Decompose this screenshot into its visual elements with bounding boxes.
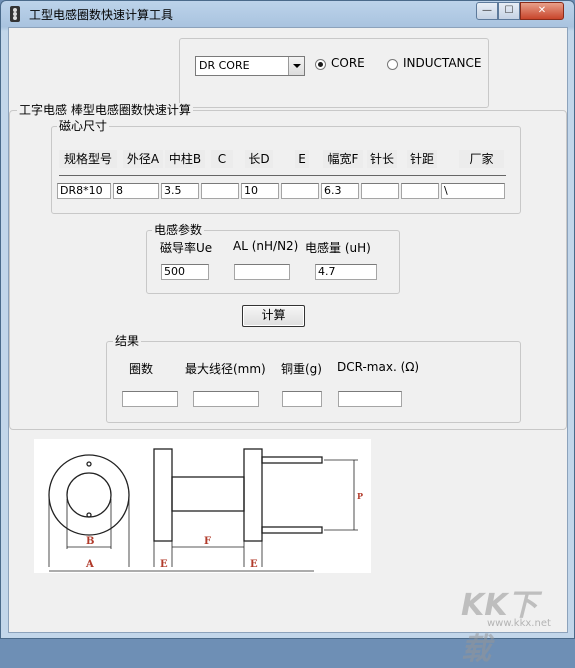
watermark-url: www.kkx.net — [487, 618, 551, 629]
label-e-right: E — [250, 559, 258, 570]
label-p: P — [357, 491, 363, 501]
outer-a-input[interactable]: 8 — [113, 183, 159, 199]
chevron-down-icon[interactable] — [288, 57, 304, 75]
max-wire-label: 最大线径(mm) — [185, 362, 266, 376]
manufacturer-input[interactable]: \ — [441, 183, 505, 199]
header-pin-length: 针长 — [367, 150, 397, 168]
permeability-input[interactable]: 500 — [161, 264, 209, 280]
radio-core[interactable] — [315, 59, 326, 70]
width-f-input[interactable]: 6.3 — [321, 183, 359, 199]
close-button[interactable]: ✕ — [520, 2, 564, 20]
traffic-light-icon — [10, 6, 20, 22]
al-label: AL (nH/N2) — [233, 239, 299, 253]
inductance-label: 电感量 (uH) — [305, 241, 371, 255]
radio-inductance-label: INDUCTANCE — [403, 56, 482, 70]
label-a: A — [85, 559, 94, 570]
inductance-input[interactable]: 4.7 — [315, 264, 377, 280]
dcr-label: DCR-max. (Ω) — [337, 360, 420, 374]
center-post-shape — [171, 476, 245, 512]
permeability-label: 磁导率Ue — [160, 241, 213, 255]
header-c: C — [211, 150, 233, 168]
results-group — [106, 341, 521, 423]
center-b-input[interactable]: 3.5 — [161, 183, 199, 199]
window-title: 工型电感圈数快速计算工具 — [29, 8, 174, 22]
header-manufacturer: 厂家 — [459, 150, 504, 168]
maximize-button[interactable]: ☐ — [498, 2, 520, 20]
core-type-select[interactable]: DR CORE — [195, 56, 305, 76]
header-outer-a: 外径A — [123, 150, 163, 168]
turns-label: 圈数 — [129, 362, 154, 376]
copper-weight-label: 铜重(g) — [281, 362, 322, 376]
core-dims-title: 磁心尺寸 — [57, 119, 110, 133]
label-e-left: E — [160, 559, 168, 570]
header-e: E — [295, 150, 309, 168]
pin-upper-shape — [261, 456, 323, 464]
core-type-value: DR CORE — [199, 59, 250, 72]
copper-weight-output[interactable] — [282, 391, 322, 407]
calculate-button[interactable]: 计算 — [242, 305, 305, 327]
results-title: 结果 — [113, 334, 142, 348]
header-width-f: 幅宽F — [323, 150, 363, 168]
header-center-b: 中柱B — [165, 150, 205, 168]
pin-lower-shape — [261, 526, 323, 534]
radio-inductance[interactable] — [387, 59, 398, 70]
inductor-params-title: 电感参数 — [152, 223, 205, 237]
dimension-drawing: B A F E E P — [48, 448, 363, 572]
core-dims-values-row: DR8*10 8 3.5 10 6.3 \ — [57, 183, 507, 201]
max-wire-output[interactable] — [193, 391, 259, 407]
turns-output[interactable] — [122, 391, 178, 407]
length-d-input[interactable]: 10 — [241, 183, 279, 199]
c-input[interactable] — [201, 183, 239, 199]
app-window: 工型电感圈数快速计算工具 — ☐ ✕ DR CORE CORE INDUCTAN… — [0, 0, 575, 667]
radio-core-label: CORE — [331, 56, 365, 70]
dcr-output[interactable] — [338, 391, 402, 407]
title-bar[interactable]: 工型电感圈数快速计算工具 — ☐ ✕ — [1, 1, 574, 27]
inner-circle-shape — [66, 472, 112, 518]
flange-left-shape — [153, 448, 173, 542]
pin-pitch-input[interactable] — [401, 183, 439, 199]
client-area: DR CORE CORE INDUCTANCE 工字电感 棒型电感圈数快速计算 … — [8, 27, 568, 667]
label-f: F — [204, 536, 211, 547]
header-length-d: 长D — [245, 150, 273, 168]
header-pin-pitch: 针距 — [407, 150, 437, 168]
pin-hole-bottom-shape — [86, 512, 92, 518]
label-b: B — [86, 536, 94, 547]
spec-input[interactable]: DR8*10 — [57, 183, 111, 199]
pin-length-input[interactable] — [361, 183, 399, 199]
outer-circle-shape — [48, 454, 130, 536]
pin-hole-top-shape — [86, 461, 92, 467]
al-input[interactable] — [234, 264, 290, 280]
header-divider — [59, 175, 506, 176]
header-spec: 规格型号 — [59, 150, 117, 168]
e-input[interactable] — [281, 183, 319, 199]
core-dims-header: 规格型号 外径A 中柱B C 长D E 幅宽F 针长 针距 厂家 — [59, 150, 506, 168]
flange-right-shape — [243, 448, 263, 542]
core-dimension-diagram: B A F E E P — [34, 439, 371, 573]
minimize-button[interactable]: — — [476, 2, 498, 20]
main-group-title: 工字电感 棒型电感圈数快速计算 — [17, 103, 193, 117]
